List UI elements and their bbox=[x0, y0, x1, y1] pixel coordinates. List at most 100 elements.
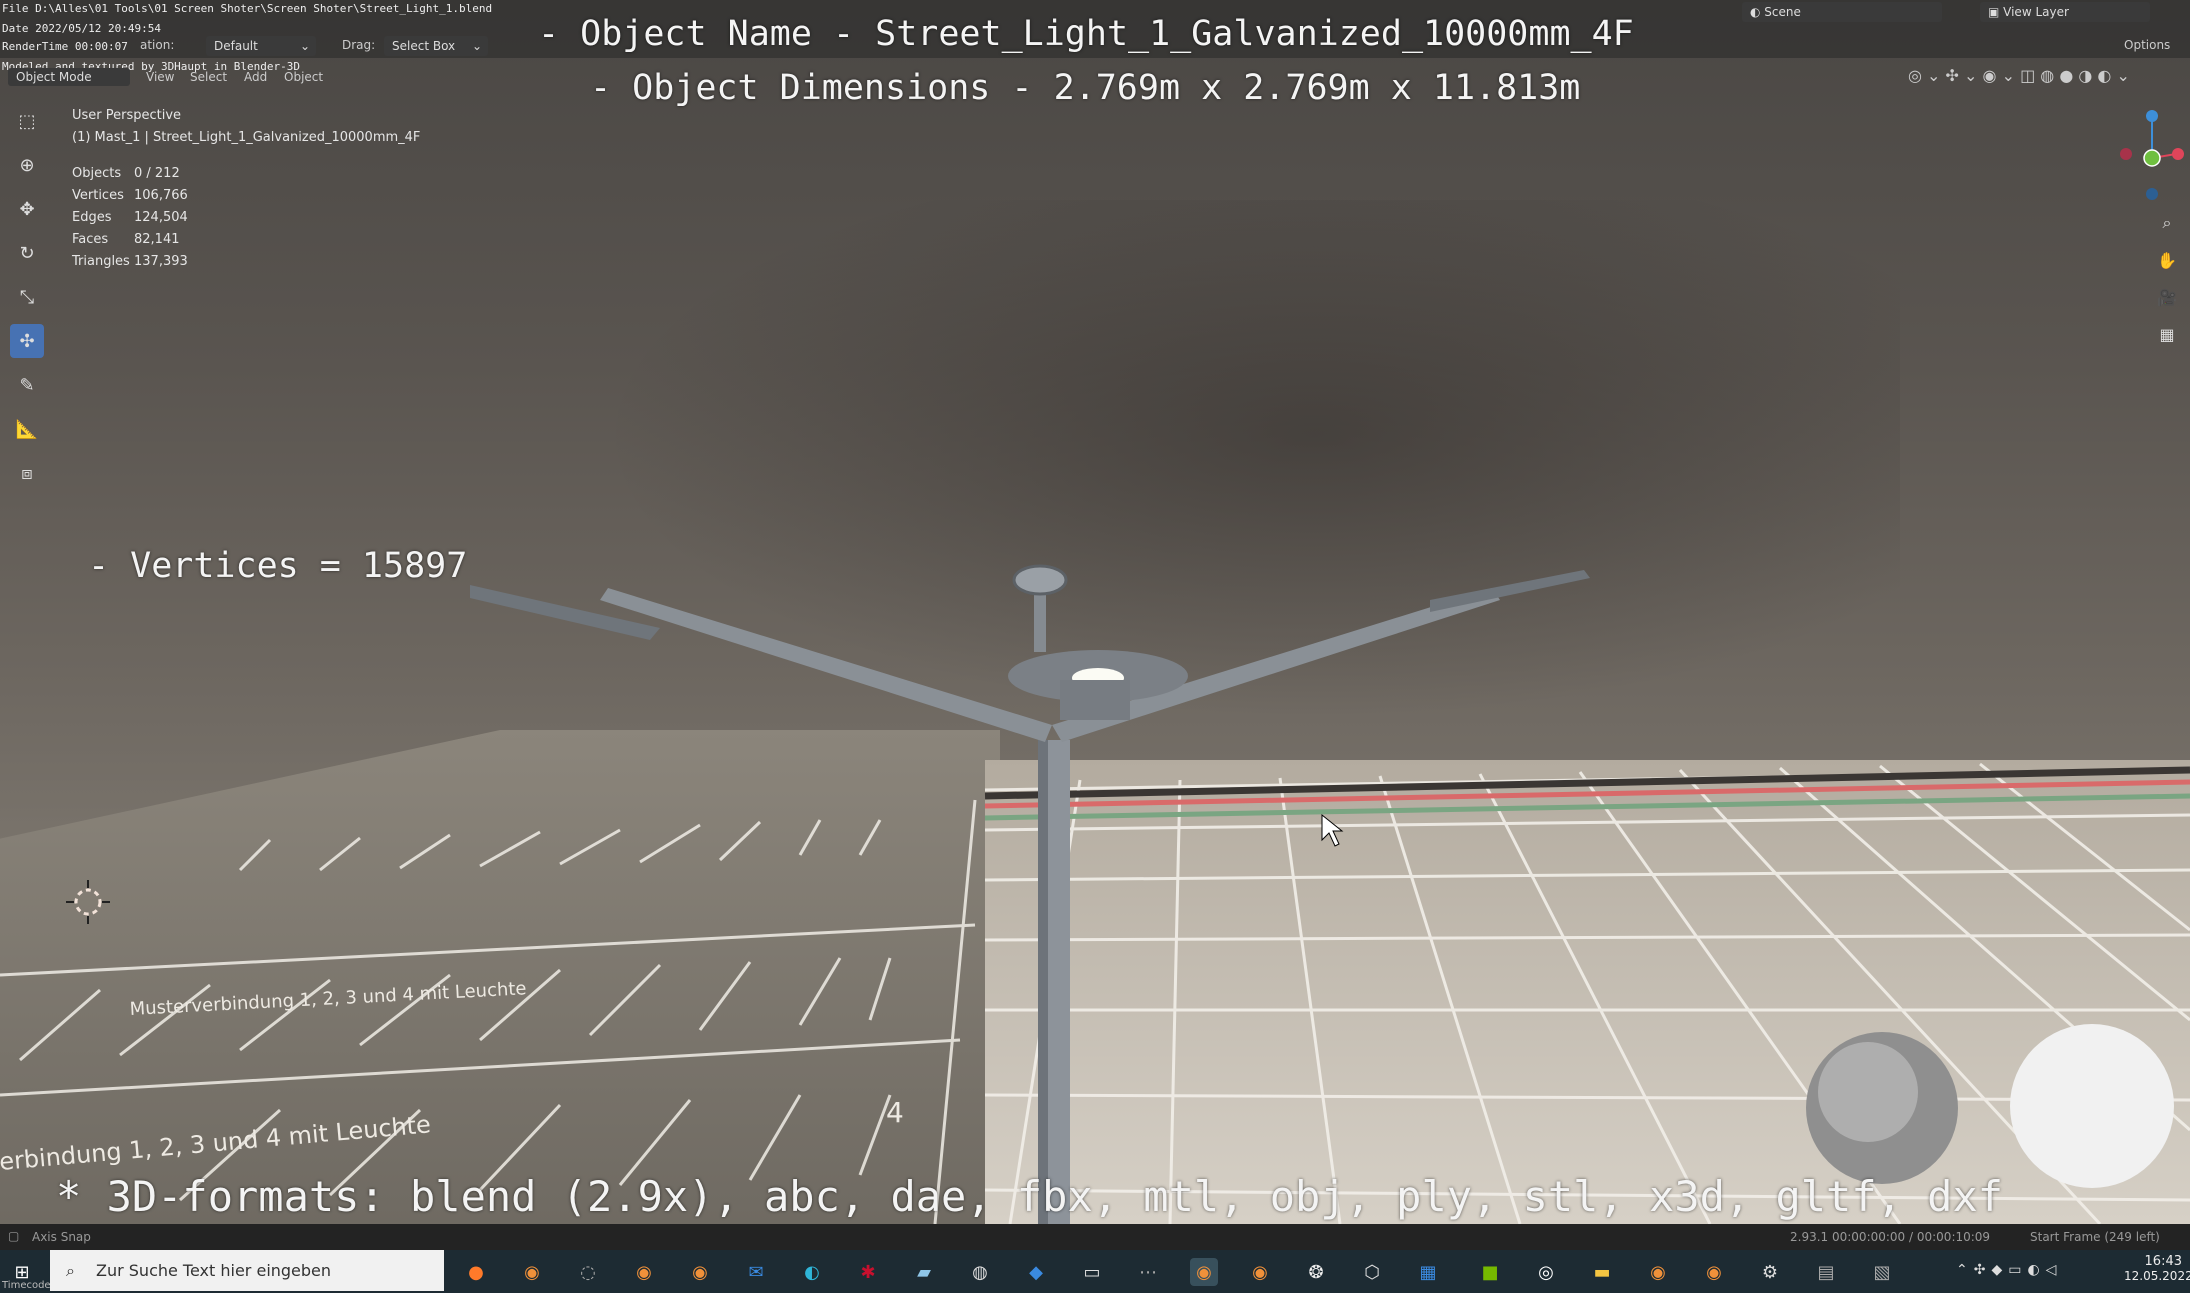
status-left-text: Axis Snap bbox=[32, 1230, 91, 1244]
scene-selector[interactable]: ◐ Scene bbox=[1742, 2, 1942, 22]
formats-overlay: * 3D-formats: blend (2.9x), abc, dae, fb… bbox=[56, 1172, 2004, 1221]
cube-icon[interactable]: ⬡ bbox=[1358, 1258, 1386, 1286]
system-tray-icons[interactable]: ⌃✣◆▭◐◁ bbox=[1956, 1262, 2062, 1278]
status-bar: ▢ Axis Snap 2.93.1 00:00:00:00 / 00:00:1… bbox=[0, 1224, 2190, 1250]
orientation-value: Default bbox=[214, 39, 258, 53]
navigation-gizmo[interactable] bbox=[2120, 96, 2190, 216]
app-icon[interactable]: ▤ bbox=[1812, 1258, 1840, 1286]
version-time-text: 2.93.1 00:00:00:00 / 00:00:10:09 bbox=[1790, 1230, 1991, 1244]
view-layer-selector[interactable]: ▣ View Layer bbox=[1980, 2, 2150, 22]
measure-tool-icon[interactable]: 📐 bbox=[10, 412, 44, 446]
vertices-overlay: - Vertices = 15897 bbox=[88, 546, 468, 586]
pan-hand-icon[interactable]: ✋ bbox=[2154, 247, 2180, 273]
options-menu[interactable]: Options bbox=[2124, 38, 2170, 52]
3d-cursor bbox=[66, 880, 110, 924]
orientation-label: ation: bbox=[140, 38, 175, 52]
obs-icon[interactable]: ◎ bbox=[1532, 1258, 1560, 1286]
view-layer-label: View Layer bbox=[2003, 5, 2069, 19]
perspective-label: User Perspective bbox=[72, 107, 182, 123]
chevron-down-icon: ⌄ bbox=[299, 39, 310, 53]
drag-label: Drag: bbox=[342, 38, 376, 52]
floor-grid bbox=[984, 762, 2190, 1224]
annotate-tool-icon[interactable]: ✎ bbox=[10, 368, 44, 402]
date-text: Date 2022/05/12 20:49:54 bbox=[2, 22, 161, 35]
blender-icon[interactable]: ◉ bbox=[1246, 1258, 1274, 1286]
menu-select[interactable]: Select bbox=[190, 70, 227, 84]
cursor-tool-icon[interactable]: ⊕ bbox=[10, 148, 44, 182]
clock-time: 16:43 bbox=[2144, 1254, 2182, 1269]
viewport-nav-controls: ⌕ ✋ 🎥 ▦ bbox=[2154, 210, 2182, 358]
camera-icon[interactable]: 🎥 bbox=[2154, 284, 2180, 310]
ground-number: 4 bbox=[886, 1096, 904, 1129]
render-time-text: RenderTime 00:00:07 bbox=[2, 40, 128, 53]
blender-icon[interactable]: ◉ bbox=[686, 1258, 714, 1286]
drag-dropdown[interactable]: Select Box ⌄ bbox=[384, 36, 488, 56]
calendar-icon[interactable]: ▦ bbox=[1414, 1258, 1442, 1286]
folder-icon[interactable]: ▬ bbox=[1588, 1258, 1616, 1286]
stat-row: Edges 124,504 bbox=[72, 209, 188, 225]
notes-icon[interactable]: ▰ bbox=[910, 1258, 938, 1286]
search-placeholder: Zur Suche Text hier eingeben bbox=[96, 1261, 332, 1280]
app-icon[interactable]: ▧ bbox=[1868, 1258, 1896, 1286]
edge-icon[interactable]: ◐ bbox=[798, 1258, 826, 1286]
menu-view[interactable]: View bbox=[146, 70, 174, 84]
object-name-overlay: - Object Name - Street_Light_1_Galvanize… bbox=[538, 14, 1634, 54]
select-box-icon[interactable]: ⬚ bbox=[10, 104, 44, 138]
stat-row: Triangles 137,393 bbox=[72, 253, 188, 269]
settings-icon[interactable]: ⚙ bbox=[1756, 1258, 1784, 1286]
terminal-icon[interactable]: ▭ bbox=[1078, 1258, 1106, 1286]
mode-value: Object Mode bbox=[16, 70, 92, 84]
windows-taskbar: ⊞ ⌕ Zur Suche Text hier eingeben ● ◉ ◌ ◉… bbox=[0, 1250, 2190, 1293]
mouse-cursor bbox=[1321, 813, 1344, 847]
clock[interactable]: 16:43 12.05.2022 bbox=[2124, 1254, 2190, 1283]
app-icon[interactable]: ⋯ bbox=[1134, 1258, 1162, 1286]
blender-icon[interactable]: ◉ bbox=[1644, 1258, 1672, 1286]
ground-text-1: Musterverbindung 1, 2, 3 und 4 mit Leuch… bbox=[129, 978, 527, 1020]
blender-icon[interactable]: ◉ bbox=[630, 1258, 658, 1286]
viewport-stats: User Perspective (1) Mast_1 | Street_Lig… bbox=[72, 104, 420, 272]
scene-label: Scene bbox=[1764, 5, 1801, 19]
file-path-text: File D:\Alles\01 Tools\01 Screen Shoter\… bbox=[2, 2, 493, 15]
blender-active-icon[interactable]: ◉ bbox=[1190, 1258, 1218, 1286]
ground-green-stripe bbox=[984, 793, 2190, 821]
scene-icon: ◐ bbox=[1750, 5, 1765, 19]
3d-viewport[interactable]: Musterverbindung 1, 2, 3 und 4 mit Leuch… bbox=[0, 0, 2190, 1224]
menu-object[interactable]: Object bbox=[284, 70, 323, 84]
mode-dropdown[interactable]: Object Mode bbox=[8, 68, 130, 86]
taskbar-search-input[interactable]: ⌕ Zur Suche Text hier eingeben bbox=[50, 1250, 444, 1291]
clock-date: 12.05.2022 bbox=[2124, 1269, 2190, 1283]
app-red-icon[interactable]: ✱ bbox=[854, 1258, 882, 1286]
rotate-tool-icon[interactable]: ↻ bbox=[10, 236, 44, 270]
drag-value: Select Box bbox=[392, 39, 456, 53]
hdri-diffuse-sphere bbox=[2010, 1024, 2174, 1188]
app-blue-icon[interactable]: ◆ bbox=[1022, 1258, 1050, 1286]
chevron-down-icon: ⌄ bbox=[471, 39, 482, 53]
object-dimensions-overlay: - Object Dimensions - 2.769m x 2.769m x … bbox=[590, 68, 1581, 108]
view-layer-icon: ▣ bbox=[1988, 5, 2004, 19]
axis-snap-icon: ▢ bbox=[8, 1229, 20, 1243]
add-cube-tool-icon[interactable]: ⧈ bbox=[10, 456, 44, 490]
transform-tool-icon[interactable]: ✣ bbox=[10, 324, 44, 358]
app-icon[interactable]: ◌ bbox=[574, 1258, 602, 1286]
grid-icon[interactable]: ▦ bbox=[2154, 321, 2180, 347]
collection-line: (1) Mast_1 | Street_Light_1_Galvanized_1… bbox=[72, 129, 421, 145]
firefox-icon[interactable]: ● bbox=[462, 1258, 490, 1286]
blender-icon[interactable]: ◉ bbox=[518, 1258, 546, 1286]
move-tool-icon[interactable]: ✥ bbox=[10, 192, 44, 226]
timecode-label: Timecode bbox=[2, 1280, 51, 1291]
nvidia-icon[interactable]: ■ bbox=[1476, 1258, 1504, 1286]
orientation-dropdown[interactable]: Default ⌄ bbox=[206, 36, 316, 56]
blender-icon[interactable]: ◉ bbox=[1700, 1258, 1728, 1286]
panda-icon[interactable]: ❂ bbox=[1302, 1258, 1330, 1286]
scale-tool-icon[interactable]: ⤡ bbox=[10, 280, 44, 314]
stat-row: Objects 0 / 212 bbox=[72, 165, 180, 181]
zoom-icon[interactable]: ⌕ bbox=[2154, 210, 2180, 236]
stat-row: Faces 82,141 bbox=[72, 231, 180, 247]
app-icon[interactable]: ◍ bbox=[966, 1258, 994, 1286]
street-light-model bbox=[470, 564, 1590, 1224]
menu-add[interactable]: Add bbox=[244, 70, 267, 84]
start-frame-text: Start Frame (249 left) bbox=[2030, 1230, 2160, 1244]
mail-icon[interactable]: ✉ bbox=[742, 1258, 770, 1286]
viewport-shading-icons[interactable]: ◎ ⌄ ✣ ⌄ ◉ ⌄ ◫ ◍ ● ◑ ◐ ⌄ bbox=[1908, 66, 2130, 85]
tool-shelf: ⬚ ⊕ ✥ ↻ ⤡ ✣ ✎ 📐 ⧈ bbox=[10, 104, 46, 500]
